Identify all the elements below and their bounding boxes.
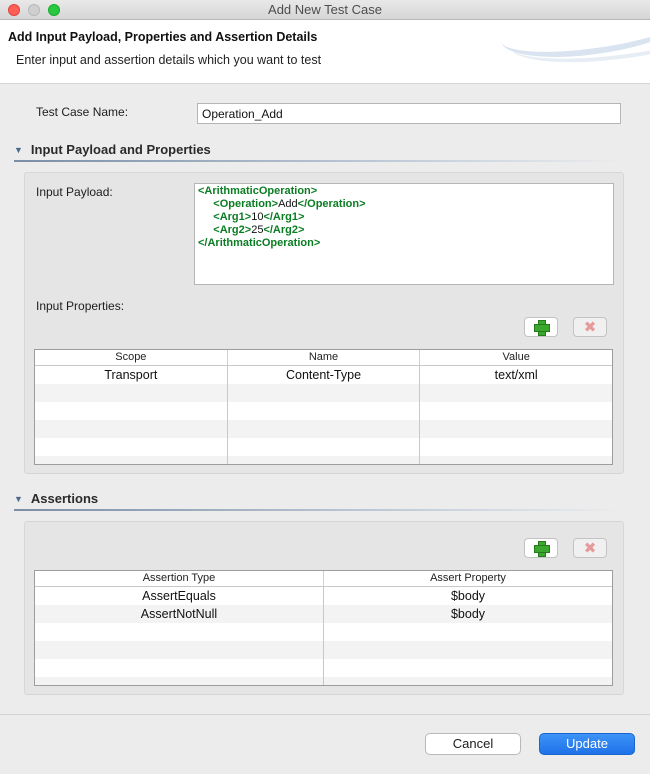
plus-icon <box>534 320 550 336</box>
table-cell[interactable]: text/xml <box>420 366 612 384</box>
xml-value: 10 <box>251 211 264 223</box>
table-cell[interactable]: Transport <box>35 366 228 384</box>
test-case-name-label: Test Case Name: <box>36 105 129 119</box>
cancel-button[interactable]: Cancel <box>425 733 521 755</box>
table-row[interactable]: AssertNotNull $body <box>35 605 612 623</box>
assertions-table: Assertion Type Assert Property AssertEqu… <box>34 570 613 686</box>
title-bar: Add New Test Case <box>0 0 650 20</box>
empty-table-row[interactable] <box>35 402 612 420</box>
xml-tag: </Operation> <box>297 198 366 210</box>
remove-assertion-button[interactable]: ✖ <box>573 538 607 558</box>
assertions-panel: ✖ Assertion Type Assert Property AssertE… <box>24 521 624 695</box>
test-case-name-input[interactable] <box>197 103 621 124</box>
add-assertion-button[interactable] <box>524 538 558 558</box>
empty-table-row[interactable] <box>35 641 612 659</box>
x-icon: ✖ <box>583 539 597 557</box>
plus-icon <box>534 541 550 557</box>
collapse-triangle-icon[interactable]: ▼ <box>14 494 23 504</box>
column-header-scope[interactable]: Scope <box>35 350 228 365</box>
empty-table-row[interactable] <box>35 623 612 641</box>
table-row[interactable]: Transport Content-Type text/xml <box>35 366 612 384</box>
section-divider <box>14 509 624 511</box>
empty-table-row[interactable] <box>35 420 612 438</box>
empty-table-row[interactable] <box>35 456 612 464</box>
input-section-title: Input Payload and Properties <box>30 142 211 157</box>
table-cell[interactable]: $body <box>324 605 612 623</box>
xml-tag: </Arg1> <box>263 211 305 223</box>
table-cell[interactable]: $body <box>324 587 612 605</box>
table-row[interactable]: AssertEquals $body <box>35 587 612 605</box>
page-title: Add Input Payload, Properties and Assert… <box>8 30 318 44</box>
column-header-assert-property[interactable]: Assert Property <box>324 571 612 586</box>
input-properties-label: Input Properties: <box>36 299 125 313</box>
table-cell[interactable]: AssertEquals <box>35 587 324 605</box>
header-banner: Add Input Payload, Properties and Assert… <box>0 20 650 84</box>
xml-tag: </Arg2> <box>263 224 305 236</box>
xml-tag: <ArithmaticOperation> <box>198 185 318 197</box>
input-properties-table: Scope Name Value Transport Content-Type … <box>34 349 613 465</box>
page-description: Enter input and assertion details which … <box>16 53 322 67</box>
table-cell[interactable]: Content-Type <box>228 366 421 384</box>
empty-table-row[interactable] <box>35 677 612 685</box>
column-header-assertion-type[interactable]: Assertion Type <box>35 571 324 586</box>
section-divider <box>14 160 624 162</box>
close-window-icon[interactable] <box>8 4 20 16</box>
input-payload-editor[interactable]: <ArithmaticOperation> <Operation>Add</Op… <box>194 183 614 285</box>
x-icon: ✖ <box>583 318 597 336</box>
input-panel: Input Payload: <ArithmaticOperation> <Op… <box>24 172 624 474</box>
xml-tag: </ArithmaticOperation> <box>198 237 321 249</box>
xml-value: Add <box>278 198 298 210</box>
empty-table-row[interactable] <box>35 659 612 677</box>
collapse-triangle-icon[interactable]: ▼ <box>14 145 23 155</box>
input-section-header[interactable]: ▼ Input Payload and Properties <box>14 142 211 157</box>
add-property-button[interactable] <box>524 317 558 337</box>
window-title: Add New Test Case <box>268 2 382 17</box>
column-header-name[interactable]: Name <box>228 350 421 365</box>
empty-table-row[interactable] <box>35 384 612 402</box>
xml-tag: <Arg2> <box>213 224 252 236</box>
xml-value: 25 <box>251 224 264 236</box>
table-header: Scope Name Value <box>35 350 612 366</box>
column-header-value[interactable]: Value <box>420 350 612 365</box>
update-button[interactable]: Update <box>539 733 635 755</box>
xml-tag: <Arg1> <box>213 211 252 223</box>
table-cell[interactable]: AssertNotNull <box>35 605 324 623</box>
xml-tag: <Operation> <box>213 198 279 210</box>
minimize-window-icon[interactable] <box>28 4 40 16</box>
remove-property-button[interactable]: ✖ <box>573 317 607 337</box>
input-payload-label: Input Payload: <box>36 185 113 199</box>
assertions-section-header[interactable]: ▼ Assertions <box>14 491 98 506</box>
empty-table-row[interactable] <box>35 438 612 456</box>
maximize-window-icon[interactable] <box>48 4 60 16</box>
dialog-window: Add New Test Case Add Input Payload, Pro… <box>0 0 650 774</box>
table-header: Assertion Type Assert Property <box>35 571 612 587</box>
footer-divider <box>0 714 650 715</box>
assertions-section-title: Assertions <box>30 491 99 506</box>
